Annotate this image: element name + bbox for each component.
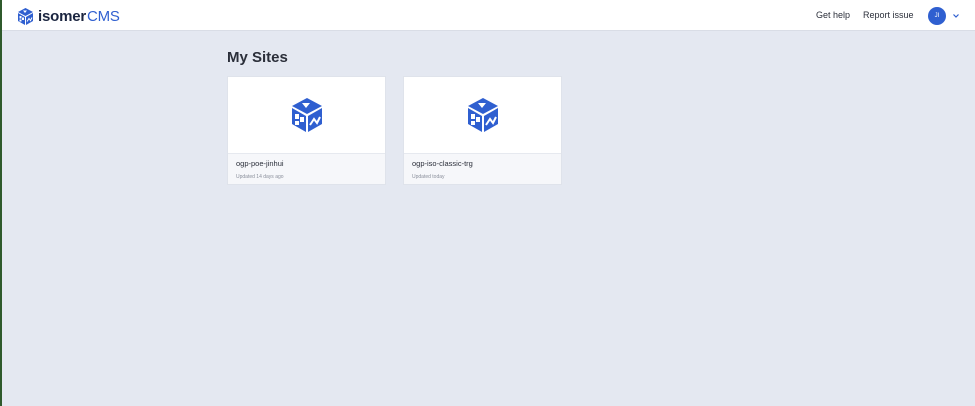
site-updated: Updated 14 days ago <box>236 174 284 180</box>
window-edge <box>0 0 2 406</box>
get-help-link[interactable]: Get help <box>816 10 850 20</box>
brand-suffix: CMS <box>87 7 120 25</box>
report-issue-link[interactable]: Report issue <box>863 10 914 20</box>
site-name: ogp-poe-jinhui <box>236 159 284 168</box>
isomer-logo-icon <box>18 7 33 25</box>
site-card-footer: ogp-iso-classic-trg Updated today <box>404 154 561 184</box>
chevron-down-icon[interactable] <box>952 12 960 20</box>
site-card[interactable]: ogp-iso-classic-trg Updated today <box>403 76 562 185</box>
site-card-footer: ogp-poe-jinhui Updated 14 days ago <box>228 154 385 184</box>
user-avatar[interactable]: JI <box>928 7 946 25</box>
isomer-cube-icon <box>467 98 498 132</box>
top-navbar: isomer CMS Get help Report issue JI <box>2 0 975 31</box>
site-updated: Updated today <box>412 174 445 180</box>
site-card-image <box>404 77 561 154</box>
brand-name: isomer <box>38 7 86 25</box>
site-card[interactable]: ogp-poe-jinhui Updated 14 days ago <box>227 76 386 185</box>
site-card-image <box>228 77 385 154</box>
isomer-cube-icon <box>291 98 322 132</box>
page-title: My Sites <box>227 49 288 66</box>
isomer-logo[interactable]: isomer CMS <box>17 6 120 26</box>
avatar-initials: JI <box>934 13 940 19</box>
site-name: ogp-iso-classic-trg <box>412 159 473 168</box>
